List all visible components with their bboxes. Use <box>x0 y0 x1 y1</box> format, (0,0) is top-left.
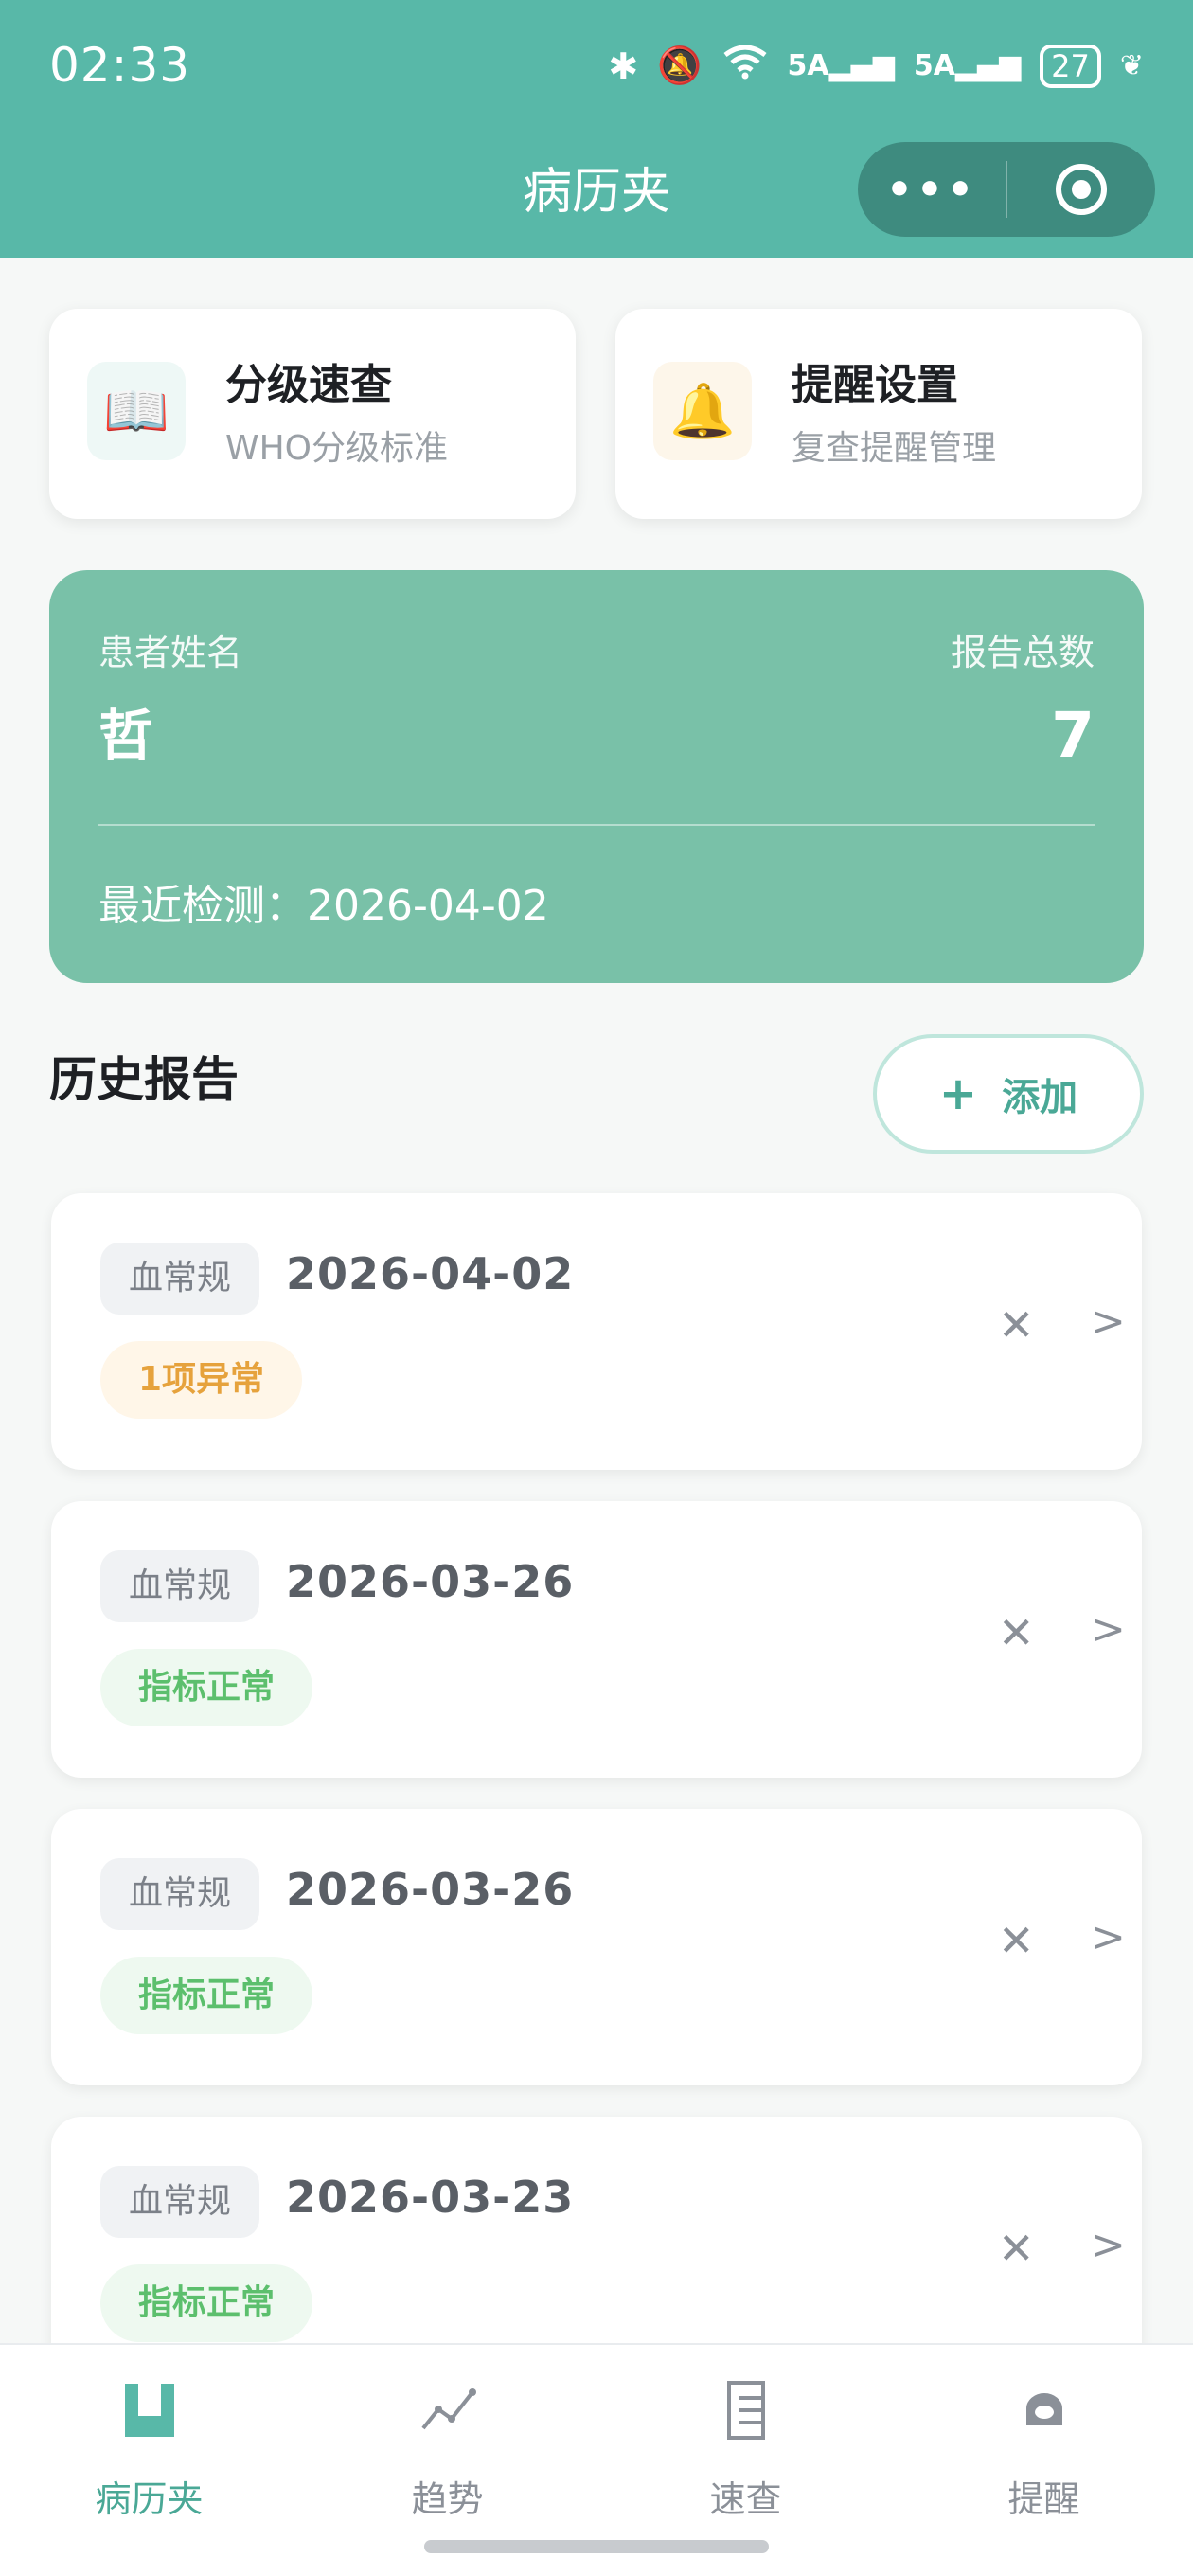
status-badge: 1项异常 <box>100 1341 303 1419</box>
bluetooth-icon: ✱ <box>608 45 639 87</box>
chevron-right-icon[interactable]: > <box>1091 1913 1126 1961</box>
recent-test-date: 最近检测：2026-04-02 <box>98 882 549 930</box>
tab-reminder[interactable]: 提醒 <box>895 2345 1193 2534</box>
tab-label: 病历夹 <box>95 2478 204 2520</box>
report-type-tag: 血常规 <box>100 1243 260 1315</box>
status-badge: 指标正常 <box>100 2264 313 2342</box>
quick-card-subtitle: 复查提醒管理 <box>792 429 997 468</box>
folder-icon <box>0 2368 298 2453</box>
report-type-tag: 血常规 <box>100 1550 260 1622</box>
add-button-label: 添加 <box>1002 1076 1078 1119</box>
mini-program-capsule: ••• <box>858 142 1155 237</box>
more-icon[interactable]: ••• <box>858 166 1006 214</box>
quick-card-title: 分级速查 <box>225 361 392 409</box>
chevron-right-icon[interactable]: > <box>1091 1297 1126 1346</box>
battery-icon: 27 <box>1040 44 1101 88</box>
report-date: 2026-03-23 <box>286 2172 575 2223</box>
plus-icon: + <box>938 1067 978 1120</box>
report-date: 2026-04-02 <box>286 1248 575 1299</box>
wifi-icon <box>721 44 769 88</box>
patient-summary-card: 患者姓名 报告总数 哲 7 最近检测：2026-04-02 <box>49 570 1144 983</box>
chevron-right-icon[interactable]: > <box>1091 1605 1126 1654</box>
signal-icon: 5A▂▄▆ <box>913 49 1022 82</box>
tab-label: 提醒 <box>1007 2478 1080 2520</box>
quick-reminder-settings-card[interactable]: 🔔 提醒设置 复查提醒管理 <box>615 309 1142 519</box>
tab-label: 速查 <box>709 2478 782 2520</box>
home-indicator[interactable] <box>424 2540 769 2553</box>
reminder-icon <box>895 2368 1193 2453</box>
status-icons: ✱ 🔕 5A▂▄▆ 5A▂▄▆ 27 ❦ <box>608 44 1144 88</box>
tab-trend[interactable]: 趋势 <box>298 2345 596 2534</box>
leaf-icon: ❦ <box>1119 49 1144 82</box>
report-card[interactable]: 血常规 2026-04-02 1项异常 ✕ > <box>51 1193 1142 1470</box>
trend-icon <box>298 2368 596 2453</box>
report-type-tag: 血常规 <box>100 1858 260 1930</box>
delete-icon[interactable]: ✕ <box>998 1915 1035 1966</box>
target-icon[interactable] <box>1007 164 1155 215</box>
patient-name-label: 患者姓名 <box>98 632 243 673</box>
patient-name: 哲 <box>98 704 154 768</box>
chevron-right-icon[interactable]: > <box>1091 2221 1126 2269</box>
delete-icon[interactable]: ✕ <box>998 2223 1035 2274</box>
status-badge: 指标正常 <box>100 1649 313 1726</box>
report-date: 2026-03-26 <box>286 1556 575 1607</box>
signal-icon: 5A▂▄▆ <box>787 49 895 82</box>
report-date: 2026-03-26 <box>286 1864 575 1915</box>
report-card[interactable]: 血常规 2026-03-26 指标正常 ✕ > <box>51 1501 1142 1778</box>
tab-records[interactable]: 病历夹 <box>0 2345 298 2534</box>
mute-bell-icon: 🔕 <box>657 45 703 86</box>
quick-card-subtitle: WHO分级标准 <box>225 429 449 468</box>
tab-lookup[interactable]: 速查 <box>596 2345 895 2534</box>
list-icon <box>596 2368 895 2453</box>
header: 02:33 ✱ 🔕 5A▂▄▆ 5A▂▄▆ 27 ❦ 病历夹 ••• <box>0 0 1193 258</box>
status-time: 02:33 <box>49 38 191 93</box>
report-total-value: 7 <box>1051 699 1095 772</box>
report-card[interactable]: 血常规 2026-03-26 指标正常 ✕ > <box>51 1809 1142 2085</box>
status-badge: 指标正常 <box>100 1957 313 2034</box>
history-section-title: 历史报告 <box>49 1052 239 1107</box>
delete-icon[interactable]: ✕ <box>998 1607 1035 1658</box>
tab-label: 趋势 <box>411 2478 484 2520</box>
report-type-tag: 血常规 <box>100 2166 260 2238</box>
app-page: 02:33 ✱ 🔕 5A▂▄▆ 5A▂▄▆ 27 ❦ 病历夹 ••• 📖 分级速… <box>0 0 1193 2576</box>
report-total-label: 报告总数 <box>950 632 1095 673</box>
quick-card-title: 提醒设置 <box>792 361 958 409</box>
bell-icon: 🔔 <box>653 362 752 460</box>
quick-grade-lookup-card[interactable]: 📖 分级速查 WHO分级标准 <box>49 309 576 519</box>
add-report-button[interactable]: + 添加 <box>873 1034 1144 1154</box>
summary-divider <box>98 824 1095 826</box>
delete-icon[interactable]: ✕ <box>998 1299 1035 1351</box>
book-icon: 📖 <box>87 362 186 460</box>
